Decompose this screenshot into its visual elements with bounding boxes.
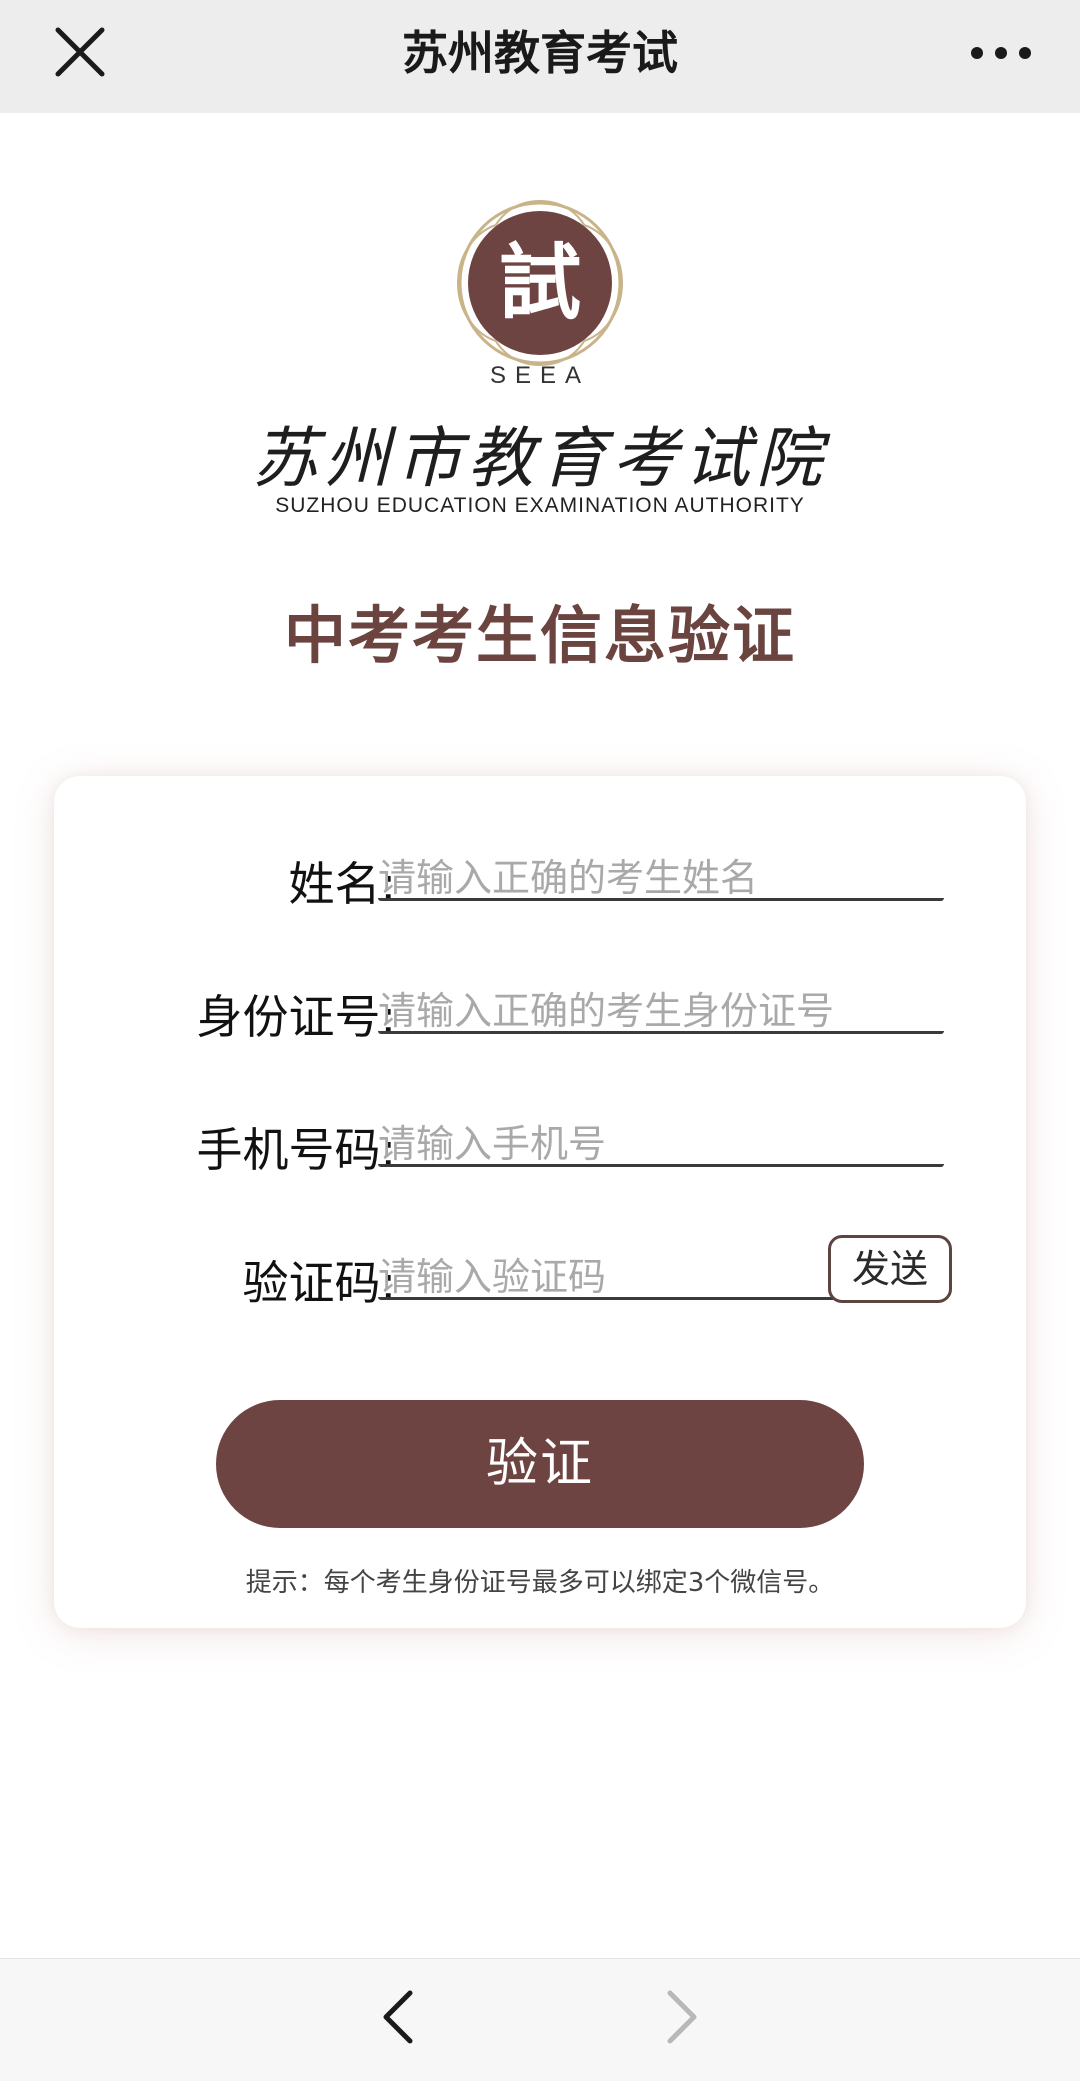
logo-emblem-char: 試 bbox=[499, 235, 581, 331]
logo-name-cn: 苏州市教育考试院 bbox=[252, 420, 828, 497]
phone-label: 手机号码: bbox=[196, 1123, 397, 1177]
seea-logo-emblem: 試 bbox=[452, 195, 628, 371]
top-nav-bar: 苏州教育考试 bbox=[0, 0, 1080, 113]
phone-row: 手机号码: bbox=[54, 1102, 1026, 1192]
close-icon bbox=[55, 27, 105, 77]
code-row: 验证码: 发送 bbox=[54, 1235, 1026, 1325]
phone-input-underline bbox=[378, 1164, 944, 1167]
code-label: 验证码: bbox=[242, 1256, 397, 1310]
page: 苏州教育考试 試 SEEA 苏州市教育考试院 SUZHOU EDUCATION … bbox=[0, 0, 1080, 2081]
id-number-row: 身份证号: bbox=[54, 969, 1026, 1059]
bottom-nav-bar bbox=[0, 1958, 1080, 2081]
name-input-underline bbox=[378, 898, 944, 901]
more-horizontal-icon bbox=[971, 47, 1031, 59]
forward-button[interactable] bbox=[650, 1987, 710, 2047]
more-button[interactable] bbox=[966, 28, 1036, 78]
id-number-input-underline bbox=[378, 1031, 944, 1034]
chevron-right-icon bbox=[667, 1990, 697, 2044]
name-row: 姓名: bbox=[54, 836, 1026, 926]
logo-name-en: SUZHOU EDUCATION EXAMINATION AUTHORITY bbox=[275, 494, 805, 517]
close-button[interactable] bbox=[50, 22, 110, 82]
id-number-label: 身份证号: bbox=[196, 990, 397, 1044]
back-button[interactable] bbox=[370, 1987, 430, 2047]
send-code-button[interactable]: 发送 bbox=[828, 1235, 952, 1303]
page-title: 中考考生信息验证 bbox=[283, 599, 796, 672]
chevron-left-icon bbox=[383, 1990, 413, 2044]
nav-title: 苏州教育考试 bbox=[402, 26, 678, 80]
verify-button[interactable]: 验证 bbox=[216, 1400, 864, 1528]
logo-abbr: SEEA bbox=[489, 362, 591, 389]
binding-tip: 提示：每个考生身份证号最多可以绑定3个微信号。 bbox=[245, 1568, 835, 1598]
verification-form-card: 姓名: 身份证号: 手机号码: 验证码: 发送 验证 提示：每个考生身份证号最多… bbox=[54, 776, 1026, 1628]
